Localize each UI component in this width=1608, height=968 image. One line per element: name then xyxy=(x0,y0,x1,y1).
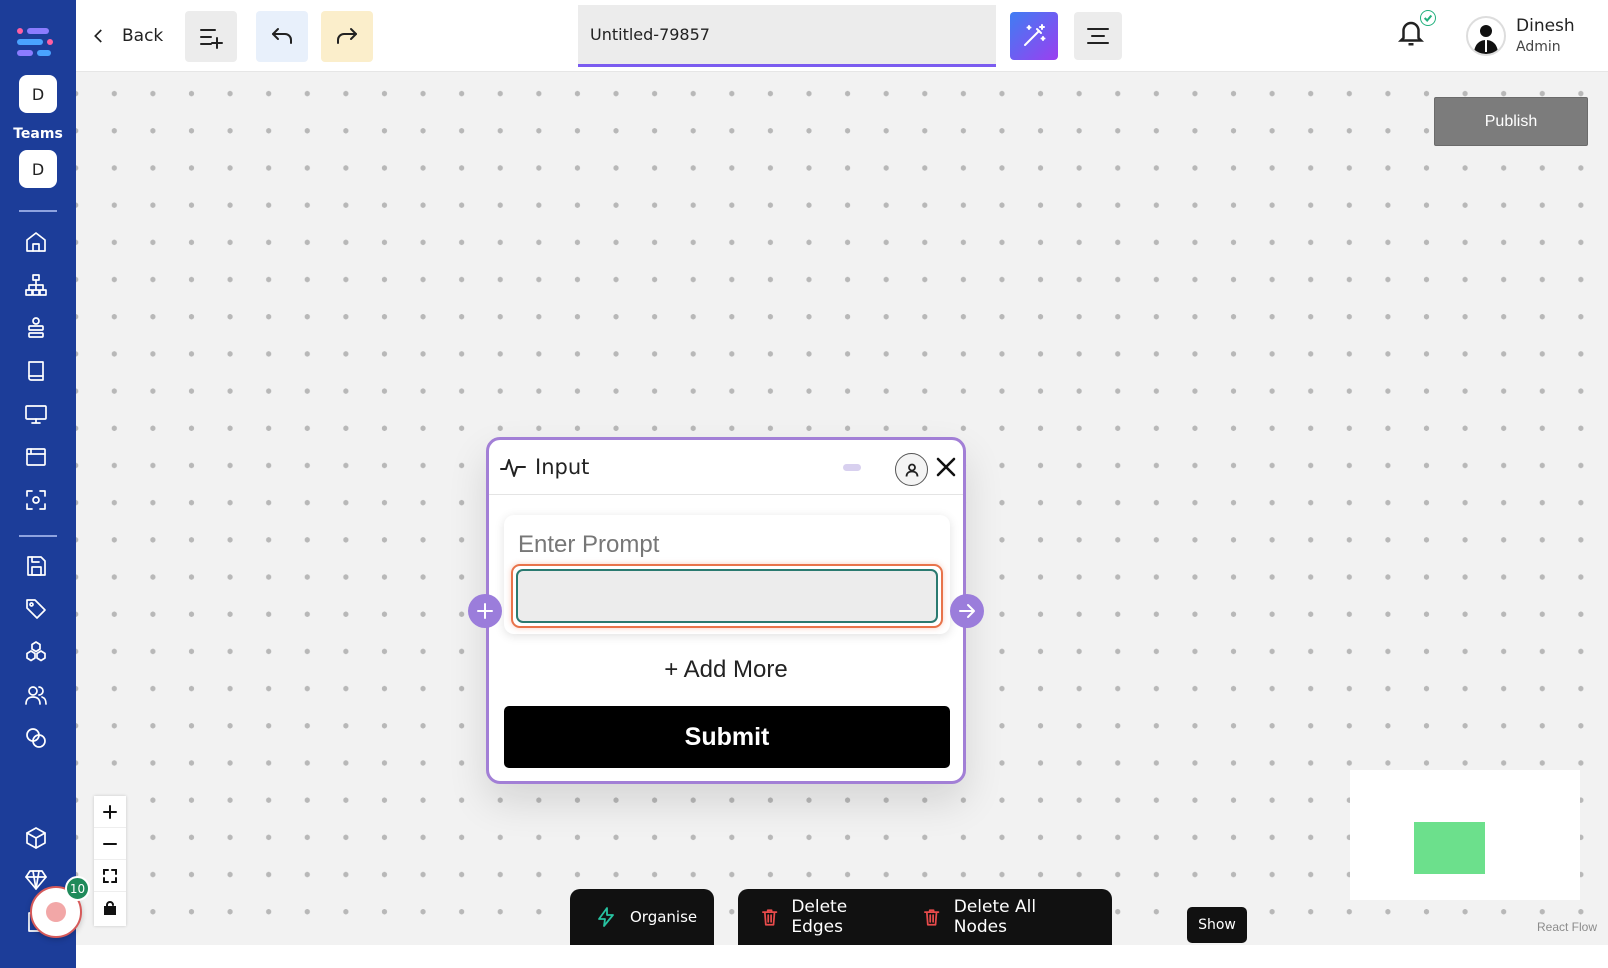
magic-wand-button[interactable] xyxy=(1010,12,1058,60)
team-avatar-2[interactable]: D xyxy=(19,150,57,188)
check-icon xyxy=(1420,10,1436,26)
package-icon[interactable] xyxy=(22,824,50,852)
organise-button[interactable]: Organise xyxy=(570,889,714,945)
trash-icon xyxy=(762,909,778,926)
team-initial: D xyxy=(31,84,45,104)
delete-toolbar: Delete Edges Delete All Nodes xyxy=(738,889,1112,945)
magic-wand-icon xyxy=(1024,24,1046,46)
redo-button[interactable] xyxy=(321,11,373,62)
plus-icon xyxy=(477,603,493,619)
sidebar-divider xyxy=(19,535,57,537)
prompt-input[interactable] xyxy=(516,569,938,623)
undo-icon xyxy=(272,27,292,44)
prompt-label: Enter Prompt xyxy=(518,531,660,558)
users-icon[interactable] xyxy=(22,681,50,709)
prompt-input-wrapper xyxy=(511,564,943,628)
delete-all-nodes-button[interactable]: Delete All Nodes xyxy=(922,897,1090,937)
canvas-bottom-strip xyxy=(76,945,1608,968)
add-more-button[interactable]: + Add More xyxy=(489,656,963,684)
home-icon[interactable] xyxy=(22,228,50,256)
publish-button[interactable]: Publish xyxy=(1434,97,1588,146)
react-flow-attribution[interactable]: React Flow xyxy=(1537,920,1597,934)
zoom-controls xyxy=(94,796,126,926)
record-icon xyxy=(46,902,66,922)
node-user-button[interactable] xyxy=(895,453,928,486)
save-icon[interactable] xyxy=(22,552,50,580)
sidebar: D Teams D xyxy=(0,0,76,968)
coins-icon[interactable] xyxy=(22,724,50,752)
submit-button[interactable]: Submit xyxy=(504,706,950,768)
node-title: Input xyxy=(535,455,590,479)
user-name: Dinesh xyxy=(1516,16,1575,36)
node-output-handle[interactable] xyxy=(950,594,984,628)
lock-button[interactable] xyxy=(94,892,126,924)
avatar[interactable] xyxy=(1466,16,1506,56)
user-avatar-icon xyxy=(1474,25,1498,54)
hierarchy-icon[interactable] xyxy=(22,271,50,299)
plus-icon xyxy=(103,804,117,819)
node-drag-handle[interactable] xyxy=(843,464,861,471)
activity-icon xyxy=(499,454,527,482)
app-logo-icon[interactable] xyxy=(17,26,53,60)
show-button[interactable]: Show xyxy=(1187,907,1247,943)
arrow-right-icon xyxy=(959,604,975,618)
cubes-icon[interactable] xyxy=(22,638,50,666)
stack-icon[interactable] xyxy=(22,314,50,342)
trash-icon xyxy=(924,909,940,926)
sidebar-divider xyxy=(19,210,57,212)
zoom-out-button[interactable] xyxy=(94,828,126,860)
close-icon xyxy=(936,457,956,477)
organise-label: Organise xyxy=(630,908,698,926)
chevron-left-icon xyxy=(94,29,102,43)
zoom-in-button[interactable] xyxy=(94,796,126,828)
scan-icon[interactable] xyxy=(22,486,50,514)
add-list-button[interactable] xyxy=(185,11,237,62)
record-count-badge: 10 xyxy=(65,876,90,901)
fullscreen-icon xyxy=(103,868,117,883)
lightning-icon xyxy=(598,907,614,927)
input-node[interactable]: Input Enter Prompt + Add More Submit xyxy=(486,437,966,784)
minimap-node xyxy=(1414,822,1485,874)
teams-label: Teams xyxy=(13,126,63,142)
tag-icon[interactable] xyxy=(22,595,50,623)
node-close-button[interactable] xyxy=(933,454,959,480)
node-input-handle[interactable] xyxy=(468,594,502,628)
delete-edges-button[interactable]: Delete Edges xyxy=(760,897,900,937)
book-icon[interactable] xyxy=(22,357,50,385)
monitor-icon[interactable] xyxy=(22,400,50,428)
lock-icon xyxy=(104,901,116,915)
top-bar: Back Dinesh Admin xyxy=(76,0,1608,72)
team-avatar-1[interactable]: D xyxy=(19,75,57,113)
node-header: Input xyxy=(489,440,963,495)
delete-all-nodes-label: Delete All Nodes xyxy=(953,897,1037,937)
back-button[interactable]: Back xyxy=(90,20,163,52)
fit-view-button[interactable] xyxy=(94,860,126,892)
user-role: Admin xyxy=(1516,39,1561,55)
browser-window-icon[interactable] xyxy=(22,443,50,471)
align-menu-button[interactable] xyxy=(1074,12,1122,60)
back-label: Back xyxy=(122,26,164,46)
delete-edges-label: Delete Edges xyxy=(791,897,848,937)
undo-button[interactable] xyxy=(256,11,308,62)
notifications-button[interactable] xyxy=(1396,10,1436,54)
team-initial: D xyxy=(31,159,45,179)
minimap[interactable] xyxy=(1350,770,1580,900)
list-add-icon xyxy=(200,28,223,49)
align-center-icon xyxy=(1087,28,1109,44)
user-icon xyxy=(905,463,918,477)
redo-icon xyxy=(337,27,357,44)
minus-icon xyxy=(103,842,117,845)
prompt-card: Enter Prompt xyxy=(504,515,950,634)
document-title-input[interactable] xyxy=(578,5,996,67)
